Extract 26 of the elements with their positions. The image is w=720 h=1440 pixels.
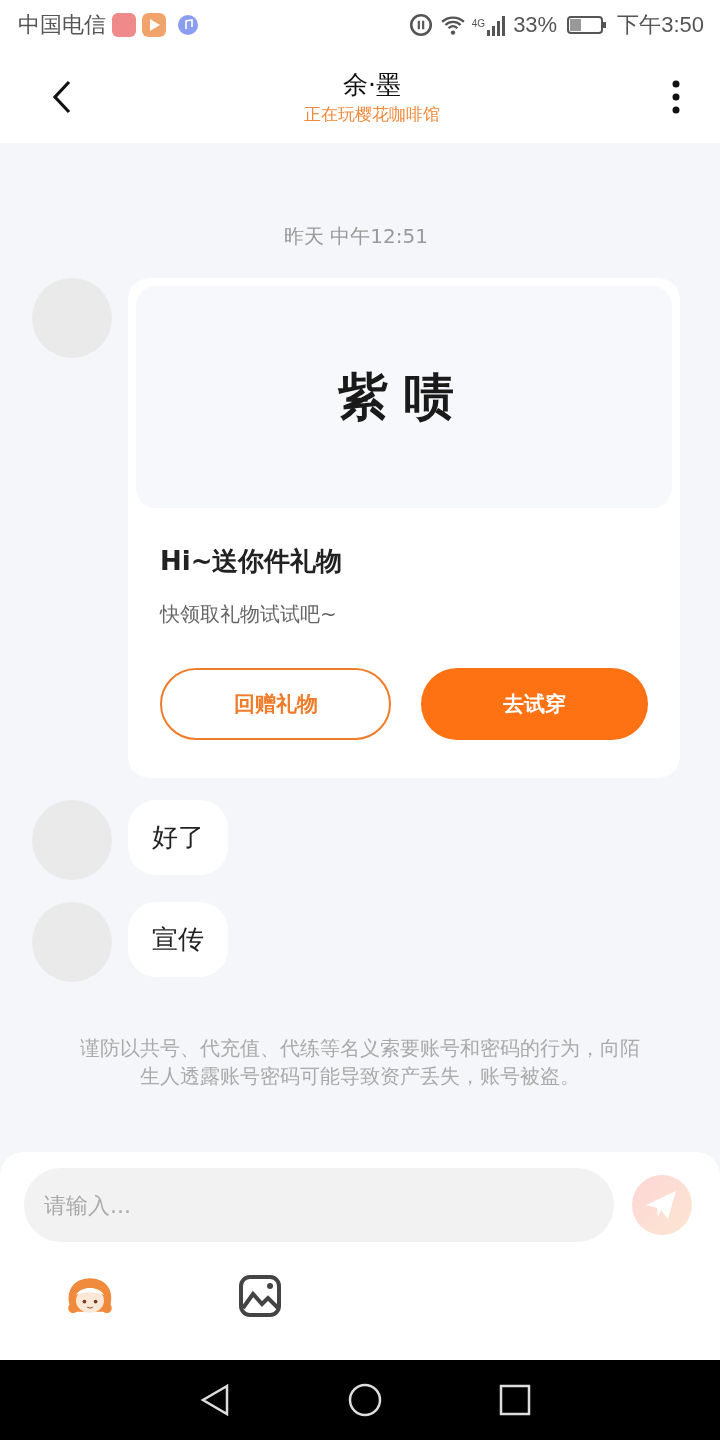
signal-icon: [487, 14, 508, 36]
music-icon: [178, 15, 198, 35]
message-bubble: 宣传: [128, 902, 228, 977]
timestamp: 昨天 中午12:51: [283, 223, 429, 250]
gift-button[interactable]: 回赠礼物: [160, 668, 391, 740]
network-type: 4G: [471, 18, 486, 29]
message-bubble: 好了: [128, 800, 228, 875]
image-icon[interactable]: [238, 1274, 282, 1318]
battery-percent: 33%: [513, 12, 558, 38]
app-icon: [112, 13, 136, 37]
security-notice: 谨防以共号、代充值、代练等名义索要账号和密码的行为，向陌生人透露账号密码可能导致资产丢失，账号被盗。: [80, 1035, 640, 1090]
play-icon: [142, 13, 166, 37]
gift-description: 快领取礼物试试吧~: [160, 601, 338, 628]
clock: 下午3:50: [617, 11, 704, 39]
more-icon[interactable]: [672, 79, 680, 114]
battery-icon: [567, 15, 608, 35]
home-nav-icon[interactable]: [348, 1383, 382, 1417]
chat-title: 余·墨: [343, 68, 401, 101]
message-input[interactable]: 请输入...: [24, 1168, 614, 1242]
carrier: 中国电信: [18, 11, 106, 39]
gift-title: Hi~送你件礼物: [160, 545, 344, 578]
gift-button[interactable]: 去试穿: [421, 668, 648, 740]
status-text: 正在玩樱花咖啡馆: [304, 102, 440, 126]
back-icon[interactable]: [52, 79, 72, 114]
gift-name: 紫啧: [338, 366, 470, 428]
recents-nav-icon[interactable]: [498, 1383, 532, 1417]
